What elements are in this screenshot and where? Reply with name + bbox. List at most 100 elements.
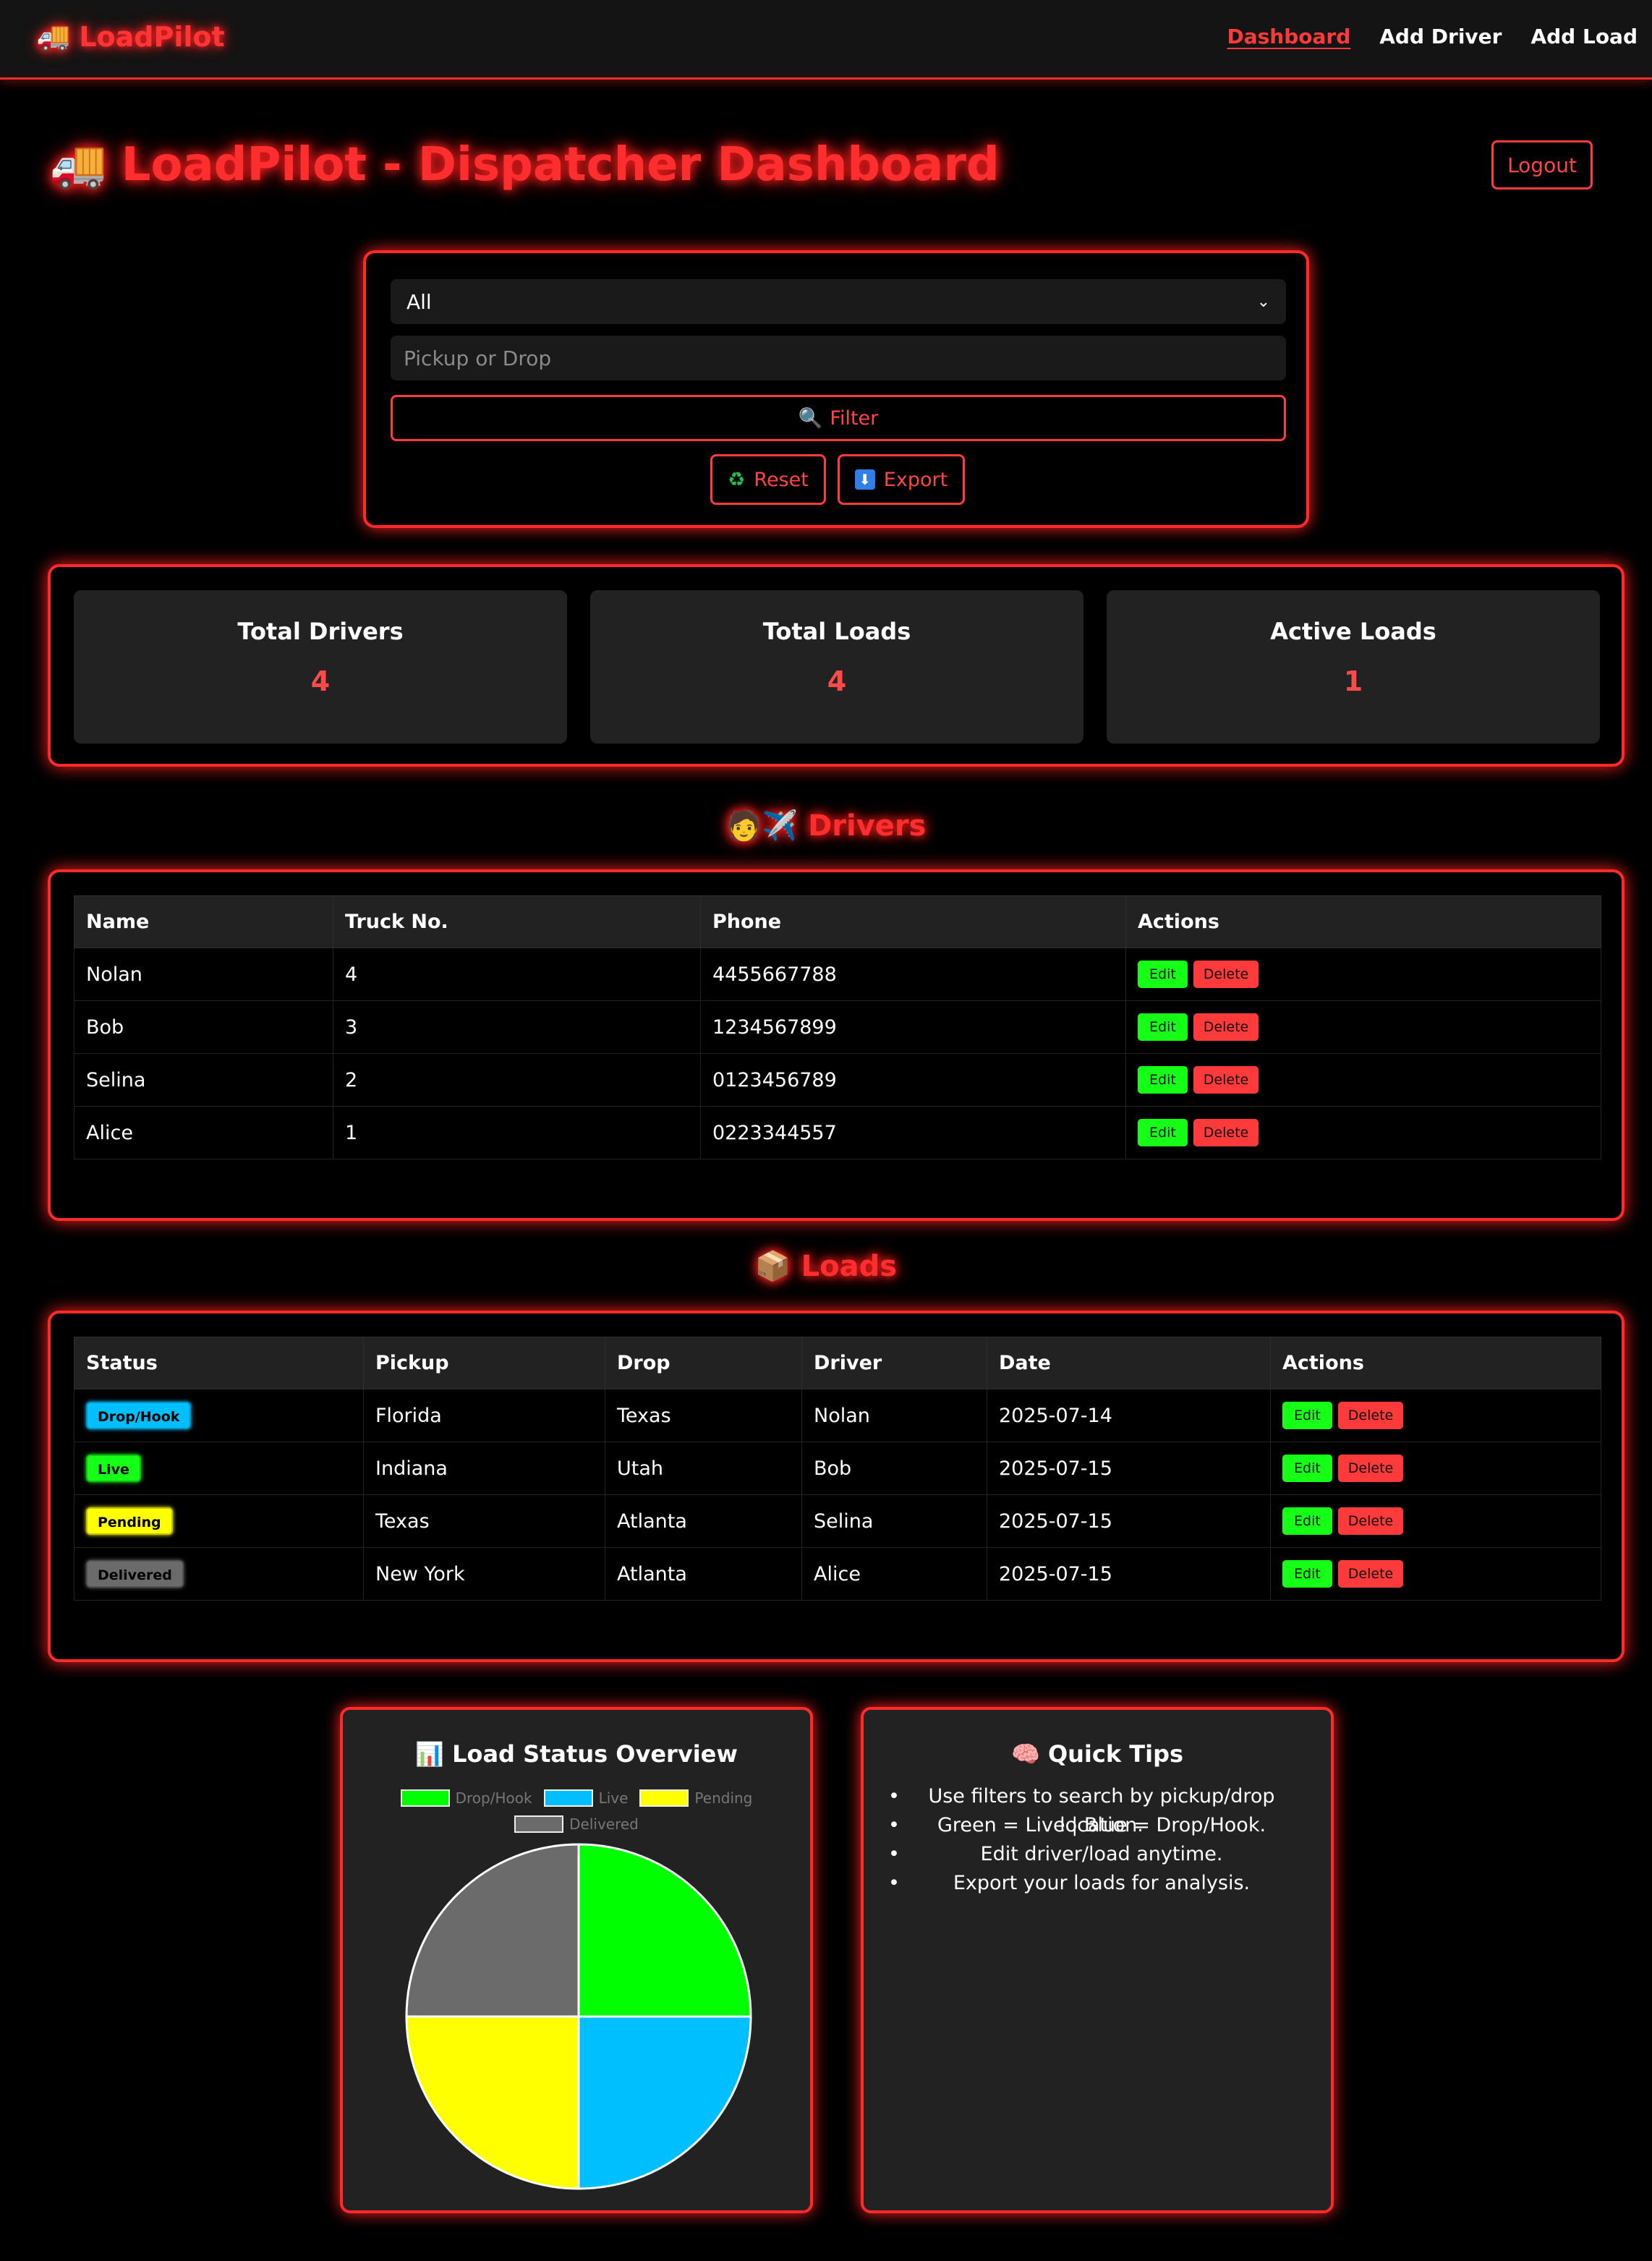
delete-load-button[interactable]: Delete [1337,1455,1404,1482]
table-row: Selina 2 0123456789 Edit Delete [74,1053,1601,1107]
status-badge: Pending [86,1507,173,1535]
status-badge: Delivered [86,1560,184,1588]
loads-heading: 📦 Loads [0,1249,1652,1283]
loads-panel: Status Pickup Drop Driver Date Actions D… [48,1311,1625,1662]
edit-driver-button[interactable]: Edit [1138,1066,1188,1094]
status-badge: Live [86,1455,141,1482]
load-actions: Edit Delete [1270,1442,1601,1495]
nav-link-add-driver[interactable]: Add Driver [1379,25,1502,48]
tips-title-text: Quick Tips [1047,1740,1184,1768]
filter-button[interactable]: 🔍 Filter [391,395,1286,441]
table-row: Alice 1 0223344557 Edit Delete [74,1106,1601,1159]
load-status: Drop/Hook [74,1389,364,1442]
download-icon: ⬇ [854,469,875,490]
driver-name: Nolan [74,948,333,1001]
column-header: Driver [801,1337,987,1389]
load-status: Delivered [74,1547,364,1601]
edit-load-button[interactable]: Edit [1282,1507,1332,1535]
table-row: Pending Texas Atlanta Selina 2025-07-15 Edit D… [74,1494,1601,1548]
pie-slice-drop-hook[interactable] [577,1843,752,2018]
delete-driver-button[interactable]: Delete [1193,1119,1259,1146]
table-row: Nolan 4 4455667788 Edit Delete [74,948,1601,1001]
stat-title: Total Loads [762,618,911,645]
reset-button-label: Reset [754,468,809,491]
load-pickup: Texas [363,1494,605,1548]
column-header: Name [74,895,333,948]
column-header: Phone [700,895,1126,948]
delete-load-button[interactable]: Delete [1337,1507,1404,1535]
delete-driver-button[interactable]: Delete [1193,961,1259,988]
stat-card-total-loads: Total Loads 4 [590,590,1083,744]
load-actions: Edit Delete [1270,1494,1601,1548]
nav-links: Dashboard Add Driver Add Load [1227,25,1638,48]
pie-slice-pending[interactable] [405,2015,580,2190]
driver-actions: Edit Delete [1125,1000,1601,1054]
delete-driver-button[interactable]: Delete [1193,1013,1259,1041]
edit-driver-button[interactable]: Edit [1138,1013,1188,1041]
delete-load-button[interactable]: Delete [1337,1402,1404,1429]
driver-phone: 0123456789 [700,1053,1126,1107]
drivers-heading-text: Drivers [808,809,927,843]
table-row: Delivered New York Atlanta Alice 2025-07-15 E… [74,1547,1601,1601]
column-header: Date [987,1337,1271,1389]
nav-link-add-load[interactable]: Add Load [1530,25,1638,48]
edit-load-button[interactable]: Edit [1282,1560,1332,1588]
drivers-table: Name Truck No. Phone Actions Nolan 4 44556… [74,895,1601,1159]
truck-icon: 🚚 [49,138,107,192]
driver-actions: Edit Delete [1125,1106,1601,1159]
edit-load-button[interactable]: Edit [1282,1402,1332,1429]
stat-title: Active Loads [1270,618,1436,645]
load-actions: Edit Delete [1270,1389,1601,1442]
brand-name: LoadPilot [79,20,225,53]
edit-driver-button[interactable]: Edit [1138,961,1188,988]
edit-load-button[interactable]: Edit [1282,1455,1332,1482]
stat-title: Total Drivers [237,618,404,645]
load-status: Pending [74,1494,364,1548]
navbar: 🚚 LoadPilot Dashboard Add Driver Add Loa… [0,0,1652,80]
brain-icon: 🧠 [1010,1740,1040,1768]
tip-item: Use filters to search by pickup/drop loc… [888,1782,1315,1836]
drivers-panel: Name Truck No. Phone Actions Nolan 4 44556… [48,869,1625,1221]
load-date: 2025-07-15 [987,1442,1271,1495]
delete-driver-button[interactable]: Delete [1193,1066,1259,1094]
filter-button-label: Filter [830,406,879,430]
delete-load-button[interactable]: Delete [1337,1560,1404,1588]
load-drop: Atlanta [605,1494,802,1548]
chevron-down-icon: ⌄ [1256,292,1270,311]
driver-phone: 1234567899 [700,1000,1126,1054]
tips-title: 🧠 Quick Tips [864,1740,1331,1768]
stat-value: 4 [310,665,331,697]
stat-value: 4 [827,665,847,697]
table-header-row: Name Truck No. Phone Actions [74,895,1601,948]
tip-item: Edit driver/load anytime. [888,1840,1315,1869]
load-status-overview-card: 📊 Load Status Overview Drop/Hook Live Pe… [340,1707,813,2213]
stat-value: 1 [1343,665,1363,697]
stat-card-total-drivers: Total Drivers 4 [74,590,567,744]
load-drop: Utah [605,1442,802,1495]
driver-truck: 1 [333,1106,701,1159]
stats-panel: Total Drivers 4 Total Loads 4 Active Loa… [48,564,1625,767]
location-input[interactable] [391,336,1286,380]
quick-tips-card: 🧠 Quick Tips Use filters to search by pi… [861,1707,1334,2213]
nav-link-dashboard[interactable]: Dashboard [1227,25,1351,48]
load-date: 2025-07-15 [987,1547,1271,1601]
load-driver: Selina [801,1494,987,1548]
load-driver: Bob [801,1442,987,1495]
loads-heading-text: Loads [801,1250,898,1283]
status-select[interactable]: All ⌄ [391,279,1286,324]
page-title: 🚚 LoadPilot - Dispatcher Dashboard [49,137,1000,192]
pie-slice-delivered[interactable] [405,1843,580,2018]
tips-list: Use filters to search by pickup/drop loc… [888,1782,1315,1898]
logout-button[interactable]: Logout [1491,140,1593,190]
column-header: Actions [1270,1337,1601,1389]
edit-driver-button[interactable]: Edit [1138,1119,1188,1146]
brand-logo[interactable]: 🚚 LoadPilot [36,20,225,53]
driver-name: Bob [74,1000,333,1054]
reset-button[interactable]: ♻ Reset [710,454,826,505]
status-pie-chart [405,1843,752,2190]
column-header: Actions [1125,895,1601,948]
load-driver: Nolan [801,1389,987,1442]
pie-slice-live[interactable] [577,2015,752,2190]
export-button[interactable]: ⬇ Export [838,454,965,505]
load-pickup: Indiana [363,1442,605,1495]
